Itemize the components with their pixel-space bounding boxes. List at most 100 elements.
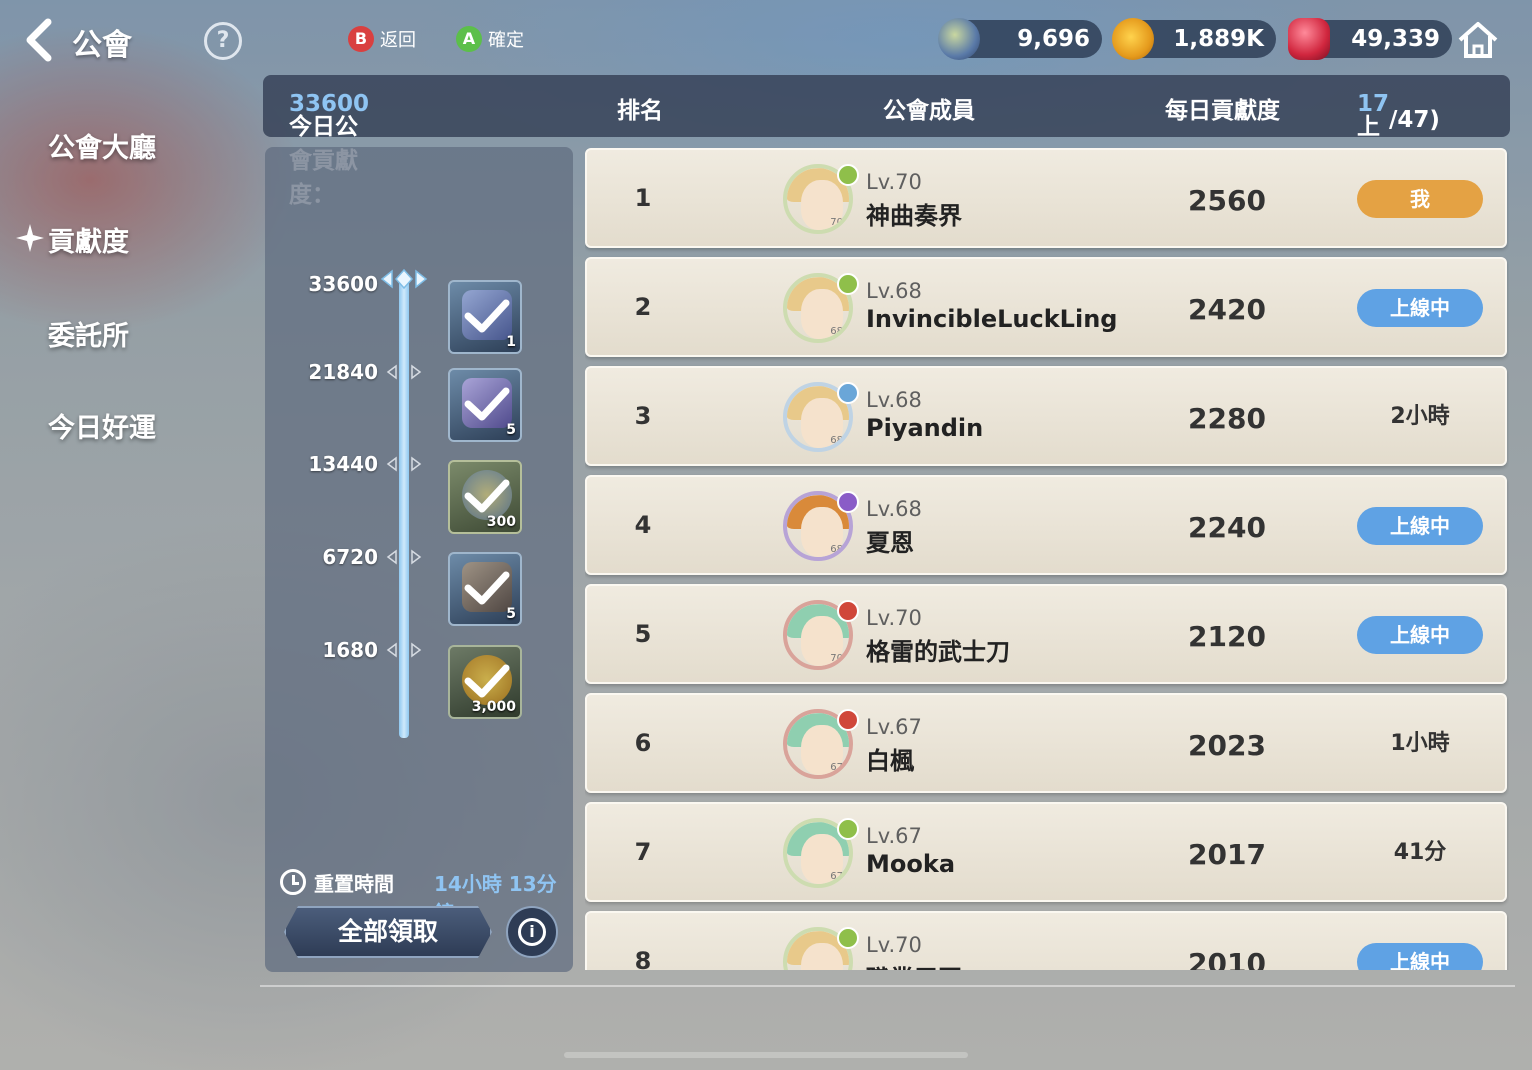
member-rank: 4 (634, 511, 652, 539)
member-list[interactable]: 1 70 Lv.70 神曲奏界 2560 我 2 68 Lv.68 Invinc… (585, 148, 1509, 970)
member-level: Lv.70 (866, 170, 922, 194)
member-level: Lv.68 (866, 388, 922, 412)
member-daily-contribution: 2420 (1188, 293, 1266, 326)
reset-label: 重置時間 (314, 872, 394, 896)
check-icon (464, 479, 510, 513)
column-daily: 每日貢獻度 (1165, 98, 1280, 124)
currency-gem[interactable]: 49,339 (1288, 18, 1452, 60)
member-status: 我 (1357, 180, 1483, 218)
gold-coin-icon (1112, 18, 1154, 60)
reward-qty: 1 (506, 334, 516, 350)
member-level: Lv.68 (866, 497, 922, 521)
member-rank: 8 (634, 947, 652, 970)
member-row[interactable]: 7 67 Lv.67 Mooka 2017 41分 (585, 802, 1507, 902)
reward-slot[interactable]: 300 (448, 460, 522, 534)
hint-back-label: 返回 (380, 30, 416, 51)
element-badge-icon (837, 491, 859, 513)
avatar-level: 68 (830, 544, 843, 555)
element-badge-icon (837, 818, 859, 840)
milestone-marker-icon (380, 268, 428, 290)
sidebar-item-commission[interactable]: 委託所 (48, 314, 129, 353)
member-rank: 7 (634, 838, 652, 866)
claim-all-button[interactable]: 全部領取 (284, 906, 492, 958)
member-name: 神曲奏界 (866, 202, 962, 230)
back-arrow-icon[interactable] (22, 18, 62, 62)
member-level: Lv.70 (866, 933, 922, 957)
milestone-label: 13440 (308, 452, 378, 476)
crystal-coin-icon (938, 18, 980, 60)
info-button[interactable]: i (506, 906, 558, 958)
member-daily-contribution: 2017 (1188, 838, 1266, 871)
avatar-level: 68 (830, 326, 843, 337)
help-icon[interactable]: ? (204, 22, 242, 60)
avatar-level: 70 (830, 217, 843, 228)
currency-value: 9,696 (1017, 26, 1090, 52)
sidebar-item-daily-luck[interactable]: 今日好運 (48, 406, 156, 445)
member-name: 夏恩 (866, 529, 914, 557)
sidebar-item-contribution[interactable]: 貢獻度 (48, 220, 129, 259)
column-member: 公會成員 (883, 98, 975, 124)
member-row[interactable]: 8 70 Lv.70 職業甲同 2010 上線中 (585, 911, 1507, 970)
a-button-icon: A (456, 26, 482, 52)
reward-qty: 5 (506, 422, 516, 438)
member-row[interactable]: 1 70 Lv.70 神曲奏界 2560 我 (585, 148, 1507, 248)
online-suffix: /47) (1389, 107, 1440, 133)
column-online: 上線(17/47) (1357, 91, 1440, 201)
home-indicator[interactable] (564, 1052, 968, 1058)
hint-back[interactable]: B 返回 (348, 26, 416, 52)
member-name: Piyandin (866, 414, 984, 442)
member-status: 上線中 (1357, 943, 1483, 970)
reward-slot[interactable]: 5 (448, 368, 522, 442)
element-badge-icon (837, 164, 859, 186)
member-name: 職業甲同 (866, 959, 962, 970)
reset-timer: 重置時間 14小時 13分鐘 (278, 866, 570, 925)
milestone-label: 6720 (322, 545, 378, 569)
sidebar-item-guild-hall[interactable]: 公會大廳 (48, 126, 156, 165)
reward-slot[interactable]: 1 (448, 280, 522, 354)
member-row[interactable]: 6 67 Lv.67 白楓 2023 1小時 (585, 693, 1507, 793)
currency-gold[interactable]: 1,889K (1112, 18, 1276, 60)
progress-track (399, 280, 409, 738)
member-row[interactable]: 5 70 Lv.70 格雷的武士刀 2120 上線中 (585, 584, 1507, 684)
currency-crystal[interactable]: 9,696 (938, 18, 1102, 60)
member-daily-contribution: 2280 (1188, 402, 1266, 435)
reward-slot[interactable]: 3,000 (448, 645, 522, 719)
home-icon[interactable] (1456, 20, 1500, 60)
red-gem-icon (1288, 18, 1330, 60)
member-rank: 5 (634, 620, 652, 648)
guild-contribution: 今日公會貢獻度：33600 (289, 91, 369, 208)
b-button-icon: B (348, 26, 374, 52)
currency-value: 49,339 (1351, 26, 1440, 52)
member-name: InvincibleLuckLing (866, 305, 1118, 333)
member-row[interactable]: 4 68 Lv.68 夏恩 2240 上線中 (585, 475, 1507, 575)
milestone-label: 21840 (308, 360, 378, 384)
member-rank: 3 (634, 402, 652, 430)
member-level: Lv.70 (866, 606, 922, 630)
reward-qty: 5 (506, 606, 516, 622)
check-icon (464, 571, 510, 605)
avatar-level: 70 (830, 653, 843, 664)
page-title: 公會 (72, 28, 132, 63)
milestone-label: 33600 (308, 272, 378, 296)
member-rank: 2 (634, 293, 652, 321)
member-status: 上線中 (1357, 616, 1483, 654)
reward-slot[interactable]: 5 (448, 552, 522, 626)
list-header: 今日公會貢獻度：33600 排名 公會成員 每日貢獻度 上線(17/47) (263, 75, 1510, 208)
hint-confirm[interactable]: A 確定 (456, 26, 524, 52)
check-icon (464, 387, 510, 421)
member-status: 上線中 (1357, 507, 1483, 545)
member-row[interactable]: 2 68 Lv.68 InvincibleLuckLing 2420 上線中 (585, 257, 1507, 357)
avatar-level: 67 (830, 762, 843, 773)
milestone-marker-icon (386, 456, 422, 472)
milestone-marker-icon (386, 642, 422, 658)
member-name: Mooka (866, 850, 956, 878)
milestone-label: 1680 (322, 638, 378, 662)
element-badge-icon (837, 600, 859, 622)
member-daily-contribution: 2240 (1188, 511, 1266, 544)
member-row[interactable]: 3 68 Lv.68 Piyandin 2280 2小時 (585, 366, 1507, 466)
element-badge-icon (837, 273, 859, 295)
milestone-marker-icon (386, 549, 422, 565)
reward-qty: 3,000 (471, 699, 516, 715)
hint-confirm-label: 確定 (488, 30, 524, 51)
member-status: 2小時 (1390, 404, 1450, 429)
